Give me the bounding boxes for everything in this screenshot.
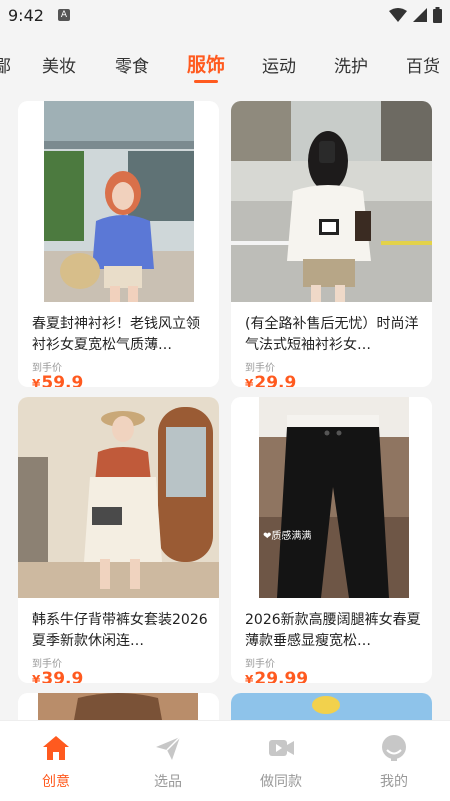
status-bar: 9:42 A [0,0,450,30]
price-value: 39.9 [41,669,84,683]
product-image[interactable] [231,693,432,720]
product-card[interactable]: (有全路补售后无忧）时尚洋气法式短袖衬衫女… 到手价 ¥29.9 [231,101,432,387]
nav-label: 我的 [380,774,408,790]
price-label: 到手价 [32,659,62,670]
nav-label: 创意 [42,774,70,790]
tab-personal-care[interactable]: 洗护 [334,52,368,77]
product-card[interactable]: 春夏封神衬衫！老钱风立领衬衫女夏宽松气质薄… 到手价 ¥59.9 [18,101,219,387]
wifi-icon [389,8,407,22]
product-title[interactable]: 韩系牛仔背带裤女套装2026夏季新款休闲连… [32,610,212,652]
active-tab-indicator [194,80,218,83]
signal-icon [413,8,427,22]
nav-item-create[interactable]: 创意 [11,733,101,791]
product-price: ¥29.9 [245,373,296,387]
tab-partial[interactable]: 鄙 [0,52,11,77]
nav-item-selection[interactable]: 选品 [123,733,213,791]
product-title[interactable]: 2026新款高腰阔腿裤女春夏薄款垂感显瘦宽松… [245,610,425,652]
product-price: ¥29.99 [245,669,308,683]
price-value: 29.99 [254,669,309,683]
product-title[interactable]: (有全路补售后无忧）时尚洋气法式短袖衬衫女… [245,314,425,356]
product-card[interactable]: 韩系牛仔背带裤女套装2026夏季新款休闲连… 到手价 ¥39.9 [18,397,219,683]
nav-item-profile[interactable]: 我的 [349,733,439,791]
price-label: 到手价 [245,659,275,670]
bottom-navigation: 创意 选品 做同款 我的 [0,720,450,801]
tab-sports[interactable]: 运动 [262,52,296,77]
price-label: 到手价 [245,363,275,374]
currency-symbol: ¥ [32,673,41,683]
notification-icon: A [58,9,70,21]
paper-plane-icon [156,736,181,760]
product-image[interactable]: ❤质感满满 [231,397,432,598]
tab-general-goods[interactable]: 百货 [406,52,440,77]
system-icons [389,7,442,23]
product-image[interactable] [231,101,432,302]
price-value: 59.9 [41,373,84,387]
video-icon [269,740,294,756]
status-time: 9:42 [8,6,44,25]
product-feed[interactable]: 春夏封神衬衫！老钱风立领衬衫女夏宽松气质薄… 到手价 ¥59.9 (有全路补售后… [0,88,450,720]
product-price: ¥59.9 [32,373,83,387]
home-icon [43,736,69,760]
product-image[interactable] [18,397,219,598]
tab-beauty[interactable]: 美妆 [42,52,76,77]
product-price: ¥39.9 [32,669,83,683]
tab-apparel[interactable]: 服饰 [187,50,225,77]
product-image[interactable] [18,101,219,302]
currency-symbol: ¥ [32,377,41,387]
product-title[interactable]: 春夏封神衬衫！老钱风立领衬衫女夏宽松气质薄… [32,314,212,356]
nav-label: 做同款 [260,774,302,790]
nav-item-make-same[interactable]: 做同款 [236,733,326,791]
category-tabs: 鄙 美妆 零食 服饰 运动 洗护 百货 [0,40,450,88]
price-value: 29.9 [254,373,297,387]
product-card[interactable] [231,693,432,720]
currency-symbol: ¥ [245,377,254,387]
currency-symbol: ¥ [245,673,254,683]
battery-icon [433,7,442,23]
image-overlay-text: ❤质感满满 [263,531,312,542]
profile-icon [382,735,406,761]
nav-label: 选品 [154,774,182,790]
tab-snacks[interactable]: 零食 [115,52,149,77]
product-card[interactable]: ❤质感满满 2026新款高腰阔腿裤女春夏薄款垂感显瘦宽松… 到手价 ¥29.99 [231,397,432,683]
price-label: 到手价 [32,363,62,374]
product-card[interactable] [18,693,219,720]
product-image[interactable] [18,693,219,720]
